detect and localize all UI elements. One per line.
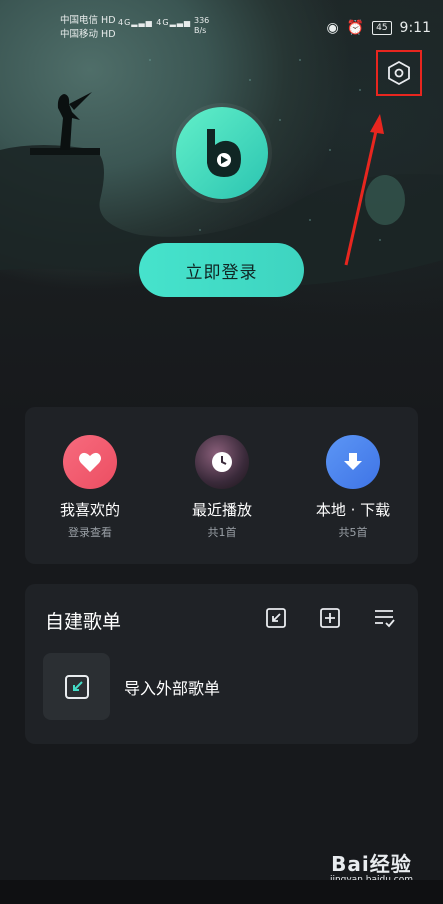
recent-sub: 共1首 <box>207 526 237 539</box>
b-logo-icon <box>207 129 241 177</box>
import-playlist-icon <box>64 674 89 699</box>
app-logo <box>176 107 268 199</box>
status-right: ◉ ⏰ 45 9:11 <box>326 20 431 36</box>
favorites-label: 我喜欢的 <box>59 501 120 519</box>
carrier-info: 中国电信 HD 中国移动 HD <box>60 14 116 42</box>
playlist-card: 自建歌单 导入外部歌单 <box>25 584 418 744</box>
playlist-title: 自建歌单 <box>45 611 122 633</box>
alarm-icon: ⏰ <box>346 20 365 36</box>
favorites-sub: 登录查看 <box>68 526 112 539</box>
login-button[interactable]: 立即登录 <box>139 243 304 297</box>
playlist-actions <box>262 604 398 632</box>
favorites-item[interactable]: 我喜欢的 登录查看 <box>35 435 145 540</box>
local-download-item[interactable]: 本地 · 下载 共5首 <box>298 435 408 540</box>
bottom-nav-bar <box>0 880 443 904</box>
hd-badge-2: HD <box>101 29 116 40</box>
heart-icon <box>63 435 117 489</box>
carrier-2: 中国移动 <box>60 29 99 40</box>
settings-hexagon-icon <box>388 60 410 86</box>
manage-list-icon[interactable] <box>370 604 398 632</box>
recent-item[interactable]: 最近播放 共1首 <box>167 435 277 540</box>
battery-icon: 45 <box>372 21 392 35</box>
watermark-main: Bai经验 <box>331 852 412 876</box>
status-bar: 中国电信 HD 中国移动 HD 4G▂▃▅ 4G▂▃▅ 336 B/s ◉ ⏰ … <box>0 10 443 46</box>
import-playlist-label: 导入外部歌单 <box>124 678 221 698</box>
local-download-sub: 共5首 <box>338 526 368 539</box>
clock-time: 9:11 <box>399 20 431 36</box>
import-icon[interactable] <box>262 604 290 632</box>
local-download-label: 本地 · 下载 <box>315 501 391 519</box>
add-icon[interactable] <box>316 604 344 632</box>
annotation-arrow <box>344 114 384 266</box>
recent-label: 最近播放 <box>191 501 252 519</box>
quick-access-card: 我喜欢的 登录查看 最近播放 共1首 本地 · 下载 共5首 <box>25 407 418 564</box>
download-icon <box>326 435 380 489</box>
carrier-1: 中国电信 <box>60 15 99 26</box>
settings-button[interactable] <box>376 50 422 96</box>
signal-icon: 4G▂▃▅ 4G▂▃▅ <box>118 18 192 27</box>
hd-badge: HD <box>101 15 116 26</box>
net-speed: 336 B/s <box>194 16 210 35</box>
eye-icon: ◉ <box>326 20 339 36</box>
recent-clock-icon <box>195 435 249 489</box>
import-playlist-row[interactable]: 导入外部歌单 <box>43 653 220 720</box>
import-box <box>43 653 110 720</box>
